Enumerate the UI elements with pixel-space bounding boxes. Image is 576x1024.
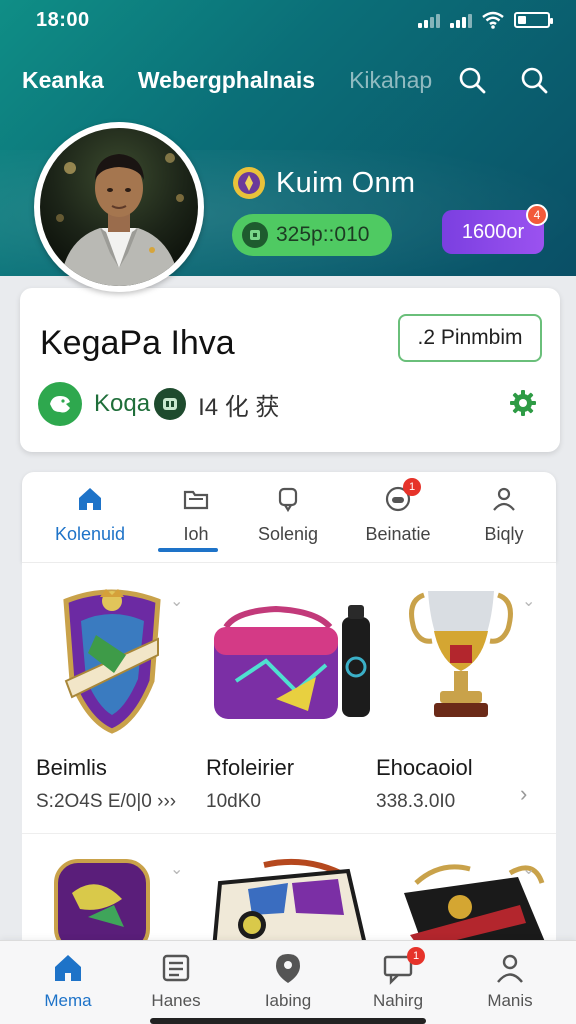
tab-ioh[interactable]: Ioh (144, 484, 248, 554)
product-card[interactable]: Rfoleirier 10dK0 (206, 581, 376, 813)
product-card[interactable]: Beimlis S:2O4S E/0|0 ››› (36, 581, 206, 813)
team-logo-icon (38, 382, 82, 426)
wifi-icon (482, 11, 504, 29)
chevron-down-icon[interactable]: ⌄ (522, 591, 540, 610)
product-price: S:2O4S E/0|0 ››› (36, 791, 177, 812)
user-icon (493, 487, 515, 511)
tab-beinatie[interactable]: 1 Beinatie (346, 478, 450, 554)
product-image-purple-bag (52, 853, 222, 953)
avatar[interactable] (34, 122, 204, 292)
product-price: 10dK0 (206, 791, 261, 812)
home-icon (79, 488, 101, 510)
product-grid: Beimlis S:2O4S E/0|0 ››› ⌄ Rfoleirier 10… (22, 562, 556, 962)
user-name: Kuim Onm (276, 166, 416, 199)
list-icon (162, 954, 190, 982)
battery-icon (514, 12, 553, 28)
team-code: I4 化 获 (198, 393, 280, 421)
tab-biqly[interactable]: Biqly (452, 484, 556, 554)
club-name: KegaPa Ihva (40, 324, 235, 362)
coin-icon (242, 222, 268, 248)
tab-kolenuid[interactable]: Kolenuid (38, 484, 142, 554)
coins-value: 325p::010 (276, 223, 370, 246)
bottom-nav-label: Iabing (264, 991, 312, 1010)
nav-link-3[interactable]: Kikahap (349, 67, 432, 94)
bottom-nav-mema[interactable]: Mema (18, 951, 118, 1011)
search-icon[interactable] (456, 64, 488, 96)
premium-button[interactable]: .2 Pinmbim (398, 314, 542, 362)
bottom-nav-label: Manis (487, 991, 533, 1010)
bottom-nav-manis[interactable]: Manis (460, 951, 560, 1011)
product-card[interactable]: Ehocaoiol 338.3.0I0 (376, 581, 546, 813)
bottom-nav-label: Hanes (151, 991, 201, 1010)
home-icon (55, 955, 81, 981)
user-name-row: Kuim Onm (232, 166, 415, 200)
bottom-nav-hanes[interactable]: Hanes (126, 951, 226, 1011)
product-image-bag (206, 581, 376, 741)
nav-link-1[interactable]: Keanka (22, 67, 104, 94)
bottom-nav-nahirg[interactable]: 1 Nahirg (348, 947, 448, 1011)
status-icons (418, 11, 553, 29)
team-crest-icon (154, 388, 187, 420)
tab-solenig[interactable]: Solenig (236, 484, 340, 554)
gear-icon[interactable] (508, 388, 538, 418)
product-card[interactable] (400, 853, 570, 949)
pin-icon (276, 954, 300, 983)
product-name: Beimlis (36, 755, 107, 780)
coins-balance[interactable]: 325p::010 (232, 214, 392, 256)
product-card[interactable] (52, 853, 222, 953)
tab-label: Ioh (183, 524, 209, 544)
bottom-nav-label: Mema (44, 991, 92, 1010)
bottom-nav-label: Nahirg (372, 991, 424, 1010)
active-tab-indicator (158, 548, 218, 552)
team-row[interactable]: Koqa I4 化 获 (38, 382, 279, 426)
chevron-down-icon[interactable]: ⌄ (522, 859, 540, 878)
team-label: Koqa (94, 390, 151, 417)
row-divider (22, 833, 556, 834)
product-image-crest-bag (208, 853, 378, 951)
rank-badge-icon (233, 167, 265, 199)
product-image-black-bag (400, 853, 570, 949)
notification-badge: 1 (403, 478, 421, 496)
bottom-navigation: Mema Hanes Iabing 1 Nahirg Manis (0, 940, 576, 1024)
product-name: Rfoleirier (206, 755, 295, 780)
tab-label: Beinatie (365, 524, 431, 544)
avatar-photo (40, 128, 198, 286)
tab-label: Kolenuid (54, 524, 126, 544)
chevron-right-icon[interactable]: › (520, 781, 538, 806)
club-card: KegaPa Ihva .2 Pinmbim Koqa I4 化 获 (20, 288, 560, 452)
bottom-nav-iabing[interactable]: Iabing (238, 951, 338, 1011)
chevron-down-icon[interactable]: ⌄ (170, 591, 188, 610)
search-icon-2[interactable] (518, 64, 550, 96)
gems-value: 1600or (461, 220, 525, 243)
status-time: 18:00 (36, 8, 90, 31)
tab-label: Solenig (257, 524, 319, 544)
tab-label: Biqly (484, 524, 524, 544)
product-image-trophy (376, 581, 546, 741)
top-navigation: Keanka Webergphalnais Kikahap (0, 58, 576, 102)
notification-badge: 1 (407, 947, 425, 965)
category-tabs: Kolenuid Ioh Solenig 1 Beinatie Biqly (22, 472, 556, 562)
product-name: Ehocaoiol (376, 755, 473, 780)
signal-icon-2 (450, 12, 472, 28)
gems-notification-badge: 4 (526, 204, 548, 226)
product-card[interactable] (208, 853, 378, 951)
folder-icon (183, 490, 209, 510)
home-indicator (150, 1018, 426, 1024)
gems-button[interactable]: 1600or 4 (442, 204, 548, 254)
chat-icon (278, 487, 298, 513)
signal-icon (418, 12, 440, 28)
status-bar: 18:00 (0, 0, 576, 40)
nav-link-2[interactable]: Webergphalnais (138, 67, 315, 94)
chevron-down-icon[interactable]: ⌄ (170, 859, 188, 878)
profile-icon (497, 954, 523, 983)
